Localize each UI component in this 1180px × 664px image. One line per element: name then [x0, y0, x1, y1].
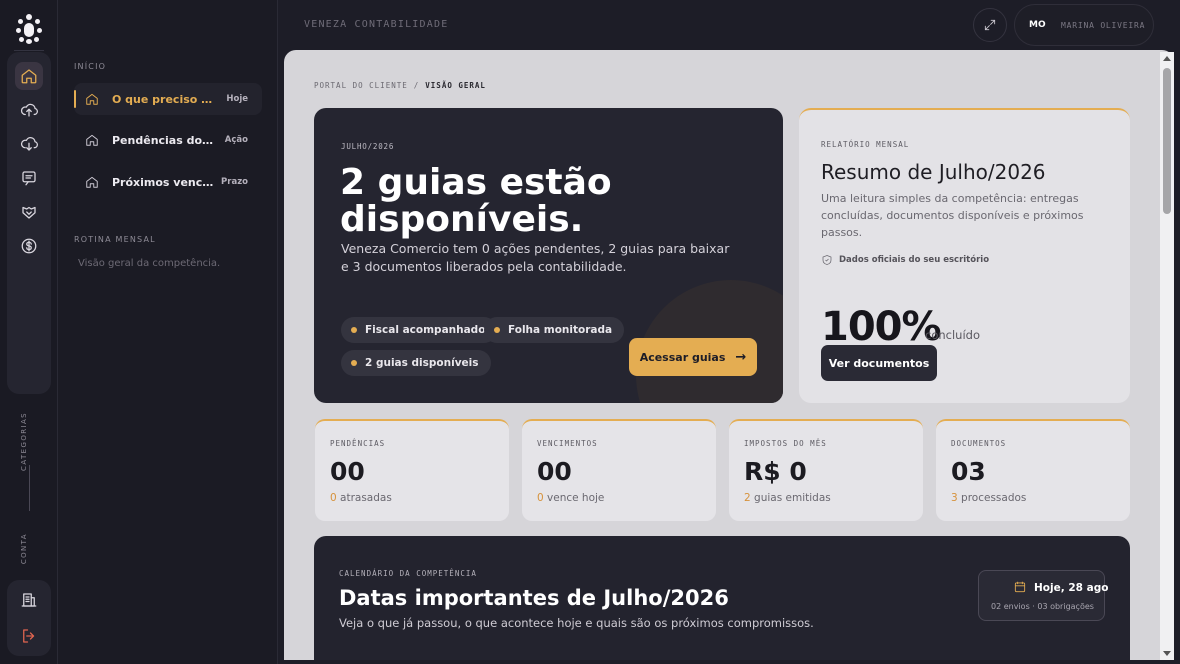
report-note: Dados oficiais do seu escritório — [821, 254, 989, 266]
stat-value: R$ 0 — [744, 457, 807, 486]
stat-sub: 3 processados — [951, 492, 1027, 504]
download-cloud-icon[interactable] — [15, 130, 43, 158]
nav-section-inicio: INÍCIO — [74, 62, 107, 71]
dollar-icon[interactable] — [15, 232, 43, 260]
calendar-description: Veja o que já passou, o que acontece hoj… — [339, 616, 814, 630]
stat-documentos: DOCUMENTOS 03 3 processados — [936, 419, 1130, 521]
chip-label: Fiscal acompanhado — [365, 324, 486, 336]
chip-fiscal: Fiscal acompanhado — [341, 317, 498, 343]
rail-vertical-line — [29, 465, 30, 511]
chip-folha: Folha monitorada — [484, 317, 625, 343]
arrow-right-icon: → — [735, 349, 747, 365]
icon-rail: CATEGORIAS CONTA — [0, 0, 58, 664]
calendar-kicker: CALENDÁRIO DA COMPETÊNCIA — [339, 569, 477, 578]
home-icon — [86, 93, 98, 105]
section-nav: INÍCIO O que preciso fazer Hoje Pendênci… — [58, 0, 278, 664]
hero-title: 2 guias estão disponíveis. — [340, 162, 612, 240]
scroll-thumb[interactable] — [1163, 68, 1171, 214]
building-icon[interactable] — [15, 586, 43, 614]
user-name: MARINA OLIVEIRA — [1061, 20, 1146, 30]
report-description: Uma leitura simples da competência: entr… — [821, 192, 1084, 239]
home-icon — [86, 176, 98, 188]
button-label: Acessar guias — [639, 350, 726, 364]
report-title: Resumo de Julho/2026 — [821, 160, 1046, 184]
rail-divider — [14, 50, 44, 51]
rail-label-categorias: CATEGORIAS — [20, 412, 28, 471]
breadcrumb: PORTAL DO CLIENTE / VISÃO GERAL — [314, 81, 486, 90]
hero-description: Veneza Comercio tem 0 ações pendentes, 2… — [341, 241, 730, 274]
home-icon — [86, 134, 98, 146]
access-guides-button[interactable]: Acessar guias → — [629, 338, 757, 376]
report-kicker: RELATÓRIO MENSAL — [821, 140, 910, 149]
nav-item-tag: Hoje — [226, 94, 248, 104]
view-documents-button[interactable]: Ver documentos — [821, 345, 937, 381]
report-note-text: Dados oficiais do seu escritório — [839, 255, 990, 265]
stat-value: 03 — [951, 457, 986, 486]
stat-vencimentos: VENCIMENTOS 00 0 vence hoje — [522, 419, 716, 521]
calendar-icon — [1014, 581, 1026, 593]
stat-value: 00 — [330, 457, 365, 486]
hero-kicker: JULHO/2026 — [341, 142, 395, 151]
breadcrumb-current: VISÃO GERAL — [425, 81, 486, 90]
scroll-down-icon[interactable] — [1163, 651, 1171, 656]
rail-account-panel — [7, 580, 51, 656]
logout-icon[interactable] — [15, 622, 43, 650]
nav-item-o-que-preciso-fazer[interactable]: O que preciso fazer Hoje — [74, 83, 262, 115]
rail-label-conta: CONTA — [20, 533, 28, 565]
stat-impostos: IMPOSTOS DO MÊS R$ 0 2 guias emitidas — [729, 419, 923, 521]
upload-cloud-icon[interactable] — [15, 96, 43, 124]
stat-label: DOCUMENTOS — [951, 439, 1007, 448]
today-label: Hoje, 28 ago — [1034, 582, 1109, 594]
main-content: PORTAL DO CLIENTE / VISÃO GERAL JULHO/2026… — [284, 50, 1174, 660]
stat-sub: 0 vence hoje — [537, 492, 605, 504]
nav-item-tag: Prazo — [221, 177, 248, 187]
completion-label: concluído — [925, 328, 980, 342]
company-name: VENEZA CONTABILIDADE — [304, 19, 449, 30]
nav-item-label: O que preciso fazer — [112, 92, 216, 106]
home-icon[interactable] — [15, 62, 43, 90]
stat-sub: 0 atrasadas — [330, 492, 392, 504]
expand-button[interactable] — [973, 8, 1007, 42]
nav-item-pendencias[interactable]: Pendências do mês Ação — [74, 124, 262, 156]
stat-sub: 2 guias emitidas — [744, 492, 831, 504]
stat-label: PENDÊNCIAS — [330, 439, 386, 448]
chip-label: Folha monitorada — [508, 324, 613, 336]
stat-value: 00 — [537, 457, 572, 486]
breadcrumb-root[interactable]: PORTAL DO CLIENTE — [314, 81, 408, 90]
chip-label: 2 guias disponíveis — [365, 357, 479, 369]
nav-item-tag: Ação — [224, 135, 248, 145]
avatar: MO — [1029, 20, 1046, 30]
monthly-report-card: RELATÓRIO MENSAL Resumo de Julho/2026 Um… — [799, 108, 1130, 403]
calendar-card: CALENDÁRIO DA COMPETÊNCIA Datas importan… — [314, 536, 1130, 660]
nav-item-proximos-vencimentos[interactable]: Próximos vencimentos Prazo — [74, 166, 262, 198]
handshake-icon[interactable] — [15, 198, 43, 226]
stat-label: IMPOSTOS DO MÊS — [744, 439, 827, 448]
breadcrumb-separator: / — [413, 81, 420, 90]
hero-card: JULHO/2026 2 guias estão disponíveis. Ve… — [314, 108, 783, 403]
completion-percent: 100% — [821, 304, 942, 350]
scroll-up-icon[interactable] — [1163, 56, 1171, 61]
user-menu[interactable]: MO MARINA OLIVEIRA — [1014, 4, 1154, 46]
scrollbar[interactable] — [1160, 52, 1174, 660]
rail-categories-panel — [7, 52, 51, 394]
app-logo-icon[interactable] — [14, 14, 44, 44]
stat-pendencias: PENDÊNCIAS 00 0 atrasadas — [315, 419, 509, 521]
today-summary: 02 envios · 03 obrigações — [991, 602, 1094, 611]
nav-item-label: Próximos vencimentos — [112, 175, 216, 189]
shield-check-icon — [822, 255, 832, 265]
nav-section-rotina: ROTINA MENSAL — [74, 235, 156, 244]
stat-label: VENCIMENTOS — [537, 439, 598, 448]
message-icon[interactable] — [15, 164, 43, 192]
chip-guias: 2 guias disponíveis — [341, 350, 491, 376]
nav-rotina-description: Visão geral da competência. — [78, 258, 221, 269]
calendar-title: Datas importantes de Julho/2026 — [339, 586, 729, 610]
expand-icon — [984, 19, 996, 31]
nav-item-label: Pendências do mês — [112, 133, 216, 147]
today-badge[interactable]: Hoje, 28 ago 02 envios · 03 obrigações — [978, 570, 1109, 621]
